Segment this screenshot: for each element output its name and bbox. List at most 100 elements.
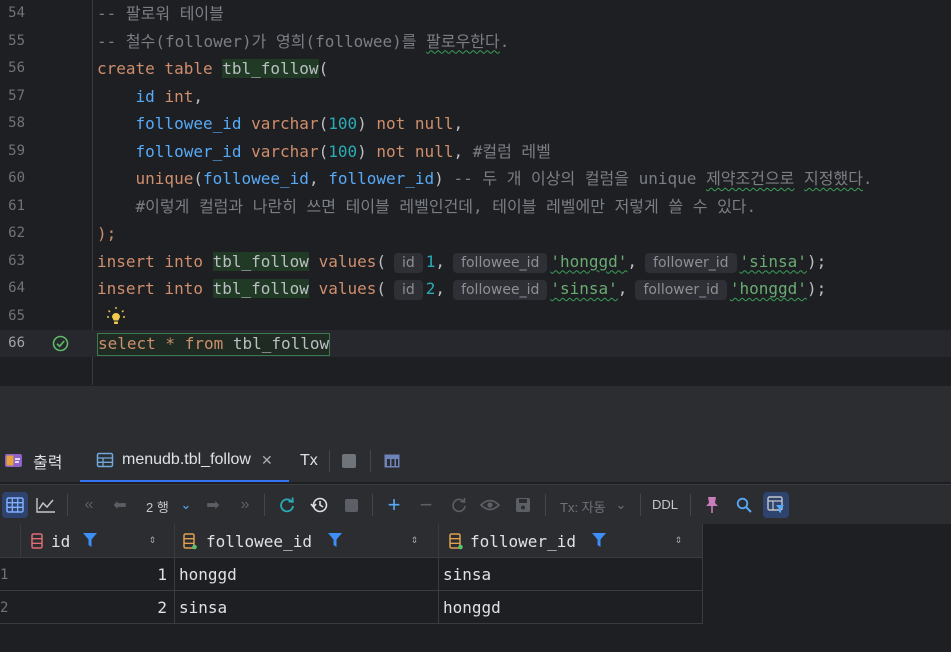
chevron-down-icon: ⌄ (615, 497, 627, 512)
row-number: 2 (0, 600, 9, 616)
lightbulb-icon[interactable] (106, 306, 126, 326)
chart-icon (36, 498, 55, 513)
cell-id[interactable]: 1 (21, 558, 175, 590)
sort-icon[interactable]: ⇕ (149, 532, 156, 546)
next-page-button[interactable]: ➡ (200, 492, 226, 518)
code-line[interactable]: 59 follower_id varchar(100) not null, #컬… (0, 138, 951, 165)
stop-button[interactable] (342, 440, 356, 482)
cell-follower-id[interactable]: sinsa (439, 558, 703, 590)
tx-mode-label[interactable]: Tx: 자동 (560, 497, 606, 516)
code-line[interactable]: 62); (0, 220, 951, 247)
tab-output[interactable]: 출력 (4, 440, 62, 482)
toolbar-divider (640, 494, 641, 516)
add-row-button[interactable]: + (381, 492, 407, 518)
code-text[interactable]: followee_id varchar(100) not null, (97, 114, 464, 133)
code-text[interactable]: #이렇게 컬럼과 나란히 쓰면 테이블 레벨인건데, 테이블 레벨에만 저렇게 … (97, 197, 757, 216)
column-icon (183, 533, 197, 554)
toolbar-divider (372, 494, 373, 516)
cell-id[interactable]: 2 (21, 591, 175, 623)
refresh-button[interactable] (274, 492, 300, 518)
pin-icon (706, 497, 718, 513)
parameter-hint: followee_id (453, 252, 548, 273)
line-number: 60 (8, 170, 25, 186)
code-line[interactable]: 66 select * from tbl_follow (0, 330, 951, 357)
code-text[interactable]: create table tbl_follow( (97, 59, 328, 78)
code-text[interactable]: follower_id varchar(100) not null, #컬럼 레… (97, 142, 551, 161)
arrow-right-icon: ➡ (206, 497, 220, 514)
history-button[interactable] (306, 492, 332, 518)
search-button[interactable] (731, 492, 757, 518)
code-line[interactable]: 56 create table tbl_follow( (0, 55, 951, 82)
last-page-button[interactable]: » (232, 492, 258, 518)
column-header-label: id (51, 532, 71, 551)
toolbar-divider (545, 494, 546, 516)
tab-output-label: 출력 (33, 455, 63, 472)
filter-icon[interactable] (592, 533, 606, 552)
sort-icon[interactable]: ⇕ (411, 532, 418, 546)
code-line[interactable]: 61 #이렇게 컬럼과 나란히 쓰면 테이블 레벨인건데, 테이블 레벨에만 저… (0, 193, 951, 220)
results-grid[interactable]: id ⇕ followee_id ⇕ follower_id ⇕ 1 1 hon… (0, 524, 951, 652)
cell-followee-id[interactable]: sinsa (175, 591, 439, 623)
eye-icon (480, 499, 500, 511)
executed-statement[interactable]: select * from tbl_follow (97, 333, 331, 356)
code-text[interactable]: insert into tbl_follow values(id 2, follow… (97, 279, 826, 300)
close-icon[interactable]: ✕ (261, 452, 273, 469)
stop-icon (342, 454, 356, 468)
tab-tx[interactable]: Tx (300, 440, 318, 482)
line-number: 64 (8, 280, 25, 296)
filter-icon[interactable] (328, 533, 342, 552)
row-count-label[interactable]: 2 행 (146, 497, 169, 516)
layout-icon (384, 454, 400, 468)
toolbar-divider (690, 494, 691, 516)
layout-button[interactable] (384, 440, 400, 482)
code-text[interactable]: -- 팔로워 테이블 (97, 4, 224, 23)
table-row[interactable]: 2 2 sinsa honggd (0, 591, 703, 624)
cell-followee-id[interactable]: honggd (175, 558, 439, 590)
column-header-followee-id[interactable]: followee_id ⇕ (175, 524, 439, 558)
code-line[interactable]: 65 (0, 303, 951, 330)
code-text[interactable]: -- 철수(follower)가 영희(followee)를 팔로우한다. (97, 32, 509, 51)
column-icon (449, 533, 463, 554)
first-page-button[interactable]: « (76, 492, 102, 518)
code-text[interactable]: ); (97, 224, 116, 243)
parameter-hint: id (394, 252, 423, 273)
code-text[interactable]: id int, (97, 87, 203, 106)
line-number: 62 (8, 225, 25, 241)
sort-icon[interactable]: ⇕ (675, 532, 682, 546)
code-text[interactable]: unique(followee_id, follower_id) -- 두 개 … (97, 169, 873, 188)
code-line[interactable]: 58 followee_id varchar(100) not null, (0, 110, 951, 137)
revert-button[interactable] (446, 492, 472, 518)
submit-button[interactable] (510, 492, 536, 518)
line-number: 59 (8, 142, 25, 159)
check-circle-icon[interactable] (52, 335, 69, 352)
services-tabs: 출력 menudb.tbl_follow ✕ Tx (0, 440, 951, 482)
chart-view-button[interactable] (33, 492, 59, 518)
preview-button[interactable] (477, 492, 503, 518)
parameter-hint: follower_id (635, 280, 727, 300)
prev-page-button[interactable]: ⬅ (107, 492, 133, 518)
code-line[interactable]: 54 -- 팔로워 테이블 (0, 0, 951, 27)
sql-editor[interactable]: 54 -- 팔로워 테이블 55 -- 철수(follower)가 영희(follow… (0, 0, 951, 385)
table-row[interactable]: 1 1 honggd sinsa (0, 558, 703, 591)
column-header-id[interactable]: id ⇕ (21, 524, 175, 558)
delete-row-button[interactable]: − (413, 492, 439, 518)
pin-button[interactable] (699, 492, 725, 518)
table-view-button[interactable] (2, 492, 28, 518)
code-line[interactable]: 63 insert into tbl_follow values(id 1, foll… (0, 248, 951, 275)
ddl-button[interactable]: DDL (652, 497, 678, 512)
code-text[interactable]: select * from tbl_follow (97, 333, 331, 356)
tx-mode-dropdown[interactable]: ⌄ (608, 492, 634, 518)
cell-follower-id[interactable]: honggd (439, 591, 703, 623)
row-count-dropdown[interactable]: ⌄ (173, 492, 199, 518)
filter-view-button[interactable] (763, 492, 789, 518)
code-line[interactable]: 57 id int, (0, 83, 951, 110)
line-number: 54 (8, 5, 25, 21)
column-header-follower-id[interactable]: follower_id ⇕ (439, 524, 703, 558)
code-text[interactable]: insert into tbl_follow values(id 1, follow… (97, 251, 826, 273)
stop-query-button[interactable] (338, 492, 364, 518)
code-line[interactable]: 55 -- 철수(follower)가 영희(followee)를 팔로우한다. (0, 28, 951, 55)
code-line[interactable]: 64 insert into tbl_follow values(id 2, foll… (0, 275, 951, 302)
code-line[interactable]: 60 unique(followee_id, follower_id) -- 두… (0, 165, 951, 192)
filter-icon[interactable] (83, 533, 97, 552)
tab-result[interactable]: menudb.tbl_follow ✕ (80, 440, 289, 482)
